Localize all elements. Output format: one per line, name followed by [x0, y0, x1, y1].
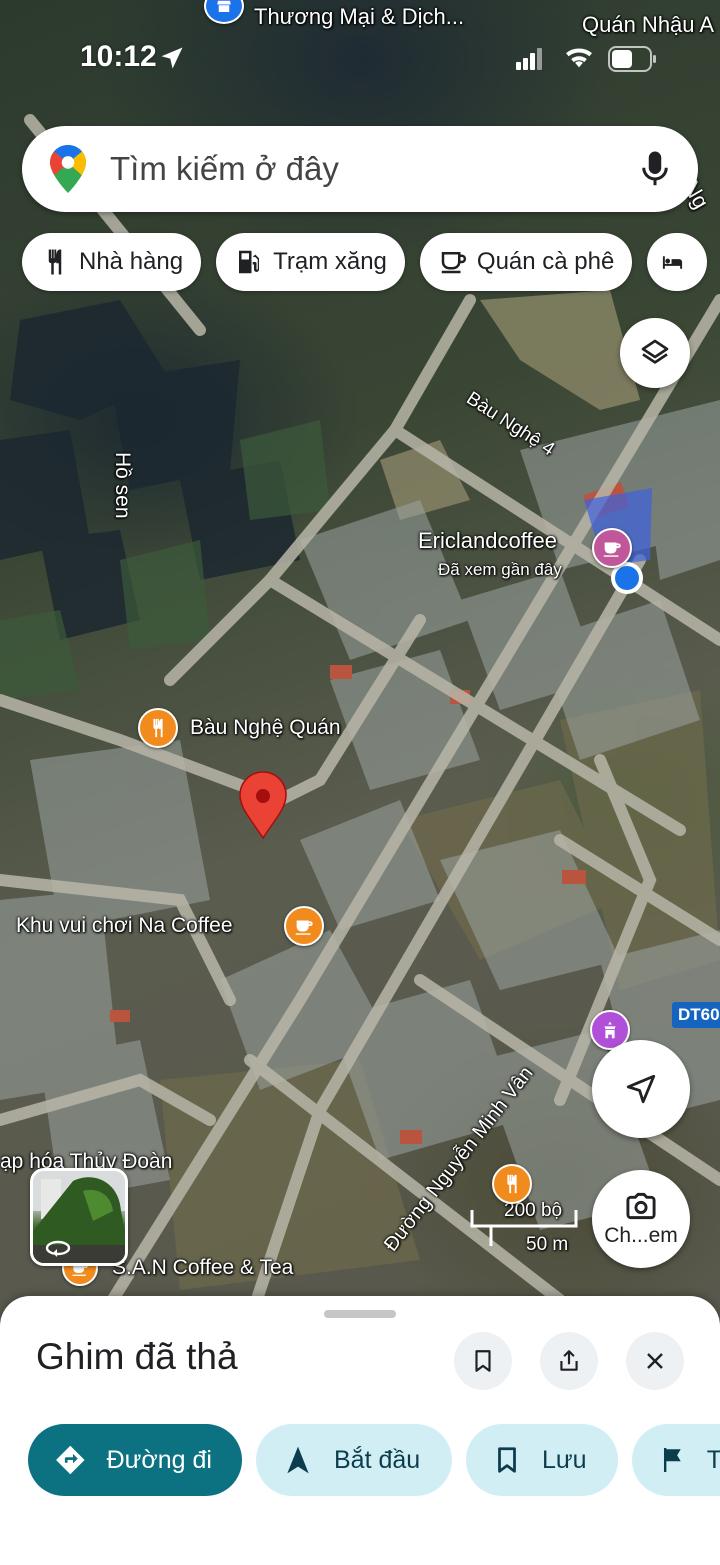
action-label: Bắt đầu — [334, 1445, 421, 1474]
coffee-icon — [441, 252, 466, 274]
my-location-button[interactable] — [592, 1040, 690, 1138]
layers-button[interactable] — [620, 318, 690, 388]
search-input[interactable]: Tìm kiếm ở đây — [110, 150, 640, 188]
action-label: Đường đi — [106, 1445, 212, 1474]
map-label-ericland-sub: Đã xem gần đây — [438, 560, 562, 579]
map-label-na-coffee[interactable]: Khu vui chơi Na Coffee — [16, 914, 233, 938]
chip-hotels[interactable] — [647, 233, 708, 291]
chip-label: Trạm xăng — [273, 248, 387, 275]
action-label: T — [706, 1445, 720, 1474]
label-button[interactable]: T — [632, 1424, 720, 1496]
close-icon — [647, 1353, 663, 1369]
map-label-ericland[interactable]: Ericlandcoffee — [418, 528, 557, 554]
scale-metric: 50 m — [526, 1234, 569, 1255]
map-label-bau-nghe-quan[interactable]: Bàu Nghệ Quán — [190, 716, 341, 740]
chip-gas-stations[interactable]: Trạm xăng — [216, 233, 405, 291]
close-button[interactable] — [626, 1332, 684, 1390]
lens-button-label: Ch...em — [604, 1224, 678, 1247]
chip-coffee[interactable]: Quán cà phê — [419, 233, 633, 291]
chip-restaurants[interactable]: Nhà hàng — [22, 233, 202, 291]
map-label-lake: Hồ sen — [111, 452, 134, 519]
camera-lens-icon — [626, 1192, 656, 1220]
bookmark-icon — [498, 1447, 516, 1473]
flag-icon — [663, 1448, 681, 1472]
poi-restaurant-south[interactable] — [492, 1164, 532, 1204]
directions-button[interactable]: Đường đi — [28, 1424, 242, 1496]
coffee-icon — [603, 542, 621, 557]
restaurant-icon — [507, 1174, 517, 1194]
lens-button[interactable]: Ch...em — [592, 1170, 690, 1268]
category-chips: Nhà hàng Trạm xăng Quán cà phê — [22, 233, 708, 291]
drag-handle[interactable] — [324, 1310, 396, 1318]
map-label-san-coffee[interactable]: S.A.N Coffee & Tea — [112, 1256, 293, 1280]
place-bottom-sheet[interactable]: Ghim đã thả Đường đi Bắt đầu Lưu T — [0, 1296, 720, 1565]
poi-cafe-na-coffee[interactable] — [284, 906, 324, 946]
action-label: Lưu — [542, 1445, 587, 1474]
sheet-title: Ghim đã thả — [36, 1336, 238, 1377]
share-icon — [560, 1350, 578, 1371]
rotate-360-icon — [45, 1240, 71, 1257]
temple-icon — [604, 1021, 616, 1039]
search-bar[interactable]: Tìm kiếm ở đây — [22, 126, 698, 212]
map-label-top-right-place[interactable]: Quán Nhậu A — [582, 12, 714, 38]
restaurant-icon — [48, 249, 62, 275]
share-button[interactable] — [540, 1332, 598, 1390]
directions-icon — [56, 1445, 85, 1475]
poi-restaurant-bau-nghe-quan[interactable] — [138, 708, 178, 748]
navigation-arrow-icon — [287, 1446, 309, 1474]
chip-label: Nhà hàng — [79, 248, 184, 275]
map-label-top-place[interactable]: Thương Mại & Dịch... — [254, 4, 464, 30]
layers-icon — [641, 339, 669, 364]
navigation-arrow-icon — [626, 1074, 656, 1104]
coffee-icon — [295, 920, 313, 935]
bed-icon — [663, 256, 683, 269]
restaurant-icon — [153, 718, 163, 738]
action-buttons-row: Đường đi Bắt đầu Lưu T — [28, 1424, 720, 1496]
road-badge: DT60 — [672, 1002, 720, 1028]
chip-label: Quán cà phê — [476, 248, 615, 275]
shop-icon — [217, 0, 231, 12]
save-icon-button[interactable] — [454, 1332, 512, 1390]
gas-station-icon — [239, 250, 260, 274]
google-maps-logo-icon — [50, 145, 86, 193]
poi-cafe-ericland[interactable] — [592, 528, 632, 568]
microphone-icon[interactable] — [640, 150, 670, 188]
street-view-thumbnail[interactable] — [30, 1168, 128, 1266]
save-button[interactable]: Lưu — [466, 1424, 618, 1496]
start-button[interactable]: Bắt đầu — [256, 1424, 452, 1496]
bookmark-icon — [475, 1350, 491, 1372]
